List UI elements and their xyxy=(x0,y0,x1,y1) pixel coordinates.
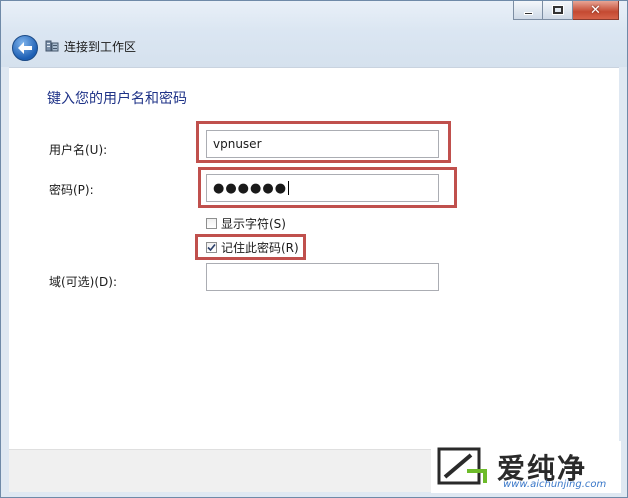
maximize-button[interactable] xyxy=(543,1,573,20)
show-chars-label: 显示字符(S) xyxy=(221,217,286,231)
remember-password-box[interactable] xyxy=(206,242,217,253)
watermark-url: www.aichunjing.com xyxy=(503,479,607,490)
text-caret xyxy=(288,181,290,195)
close-button[interactable]: ✕ xyxy=(573,1,619,20)
remember-password-label: 记住此密码(R) xyxy=(221,241,299,255)
username-label: 用户名(U): xyxy=(49,143,108,157)
password-value: ●●●●●● xyxy=(213,180,288,196)
username-value: vpnuser xyxy=(213,137,262,151)
show-chars-checkbox[interactable]: 显示字符(S) xyxy=(206,215,286,232)
domain-field[interactable] xyxy=(206,263,439,291)
maximize-icon xyxy=(551,5,564,15)
caption-buttons: ✕ xyxy=(513,1,619,21)
dialog-window: ✕ 连接到工作区 键入您的用户名和密码 用户名(U): vpnuser 密码(P… xyxy=(0,0,628,498)
page-heading: 键入您的用户名和密码 xyxy=(47,91,187,107)
network-workplace-icon xyxy=(45,40,59,52)
title-bar: ✕ 连接到工作区 xyxy=(1,1,627,67)
dialog-title: 连接到工作区 xyxy=(64,40,137,54)
username-field[interactable]: vpnuser xyxy=(206,130,439,158)
checkmark-icon xyxy=(207,243,216,252)
password-label: 密码(P): xyxy=(49,183,94,197)
watermark: 爱纯净 www.aichunjing.com xyxy=(431,441,621,493)
back-arrow-icon xyxy=(18,42,32,54)
content-area: 键入您的用户名和密码 用户名(U): vpnuser 密码(P): ●●●●●●… xyxy=(9,67,619,449)
minimize-icon xyxy=(523,11,533,15)
back-button[interactable] xyxy=(12,35,38,61)
watermark-logo-icon xyxy=(437,447,487,485)
minimize-button[interactable] xyxy=(513,1,543,20)
show-chars-box[interactable] xyxy=(206,218,217,229)
close-icon: ✕ xyxy=(590,2,601,18)
domain-label: 域(可选)(D): xyxy=(49,275,118,289)
remember-password-checkbox[interactable]: 记住此密码(R) xyxy=(206,239,299,256)
password-field[interactable]: ●●●●●● xyxy=(206,174,439,202)
